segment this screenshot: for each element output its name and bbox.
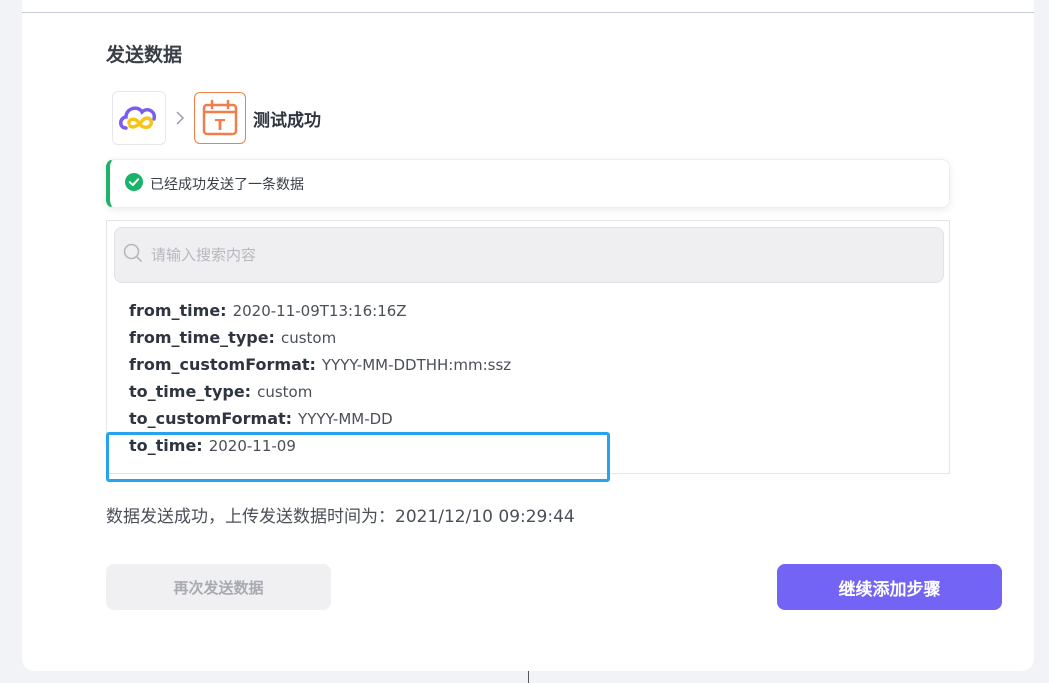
list-item: from_time: 2020-11-09T13:16:16Z <box>129 301 511 328</box>
top-divider <box>22 12 1034 13</box>
list-item: from_time_type: custom <box>129 328 511 355</box>
continue-add-step-button[interactable]: 继续添加步骤 <box>777 564 1002 610</box>
resend-data-button[interactable]: 再次发送数据 <box>106 564 331 610</box>
list-item: to_time: 2020-11-09 <box>129 436 511 463</box>
check-circle-icon <box>125 172 143 195</box>
field-key: from_customFormat: <box>129 355 316 374</box>
field-value: YYYY-MM-DDTHH:mm:ssz <box>321 356 512 374</box>
calendar-t-icon: T <box>194 92 246 144</box>
search-input[interactable] <box>151 246 911 264</box>
alert-message: 已经成功发送了一条数据 <box>150 176 304 193</box>
field-value: YYYY-MM-DD <box>298 410 393 428</box>
chevron-right-icon <box>166 111 194 125</box>
field-value: 2020-11-09T13:16:16Z <box>232 302 407 320</box>
data-panel: from_time: 2020-11-09T13:16:16Z from_tim… <box>106 220 950 474</box>
field-key: from_time: <box>129 301 227 320</box>
field-value: 2020-11-09 <box>208 437 296 455</box>
app-flow: T 测试成功 <box>112 91 321 145</box>
field-key: from_time_type: <box>129 328 275 347</box>
cloud-logo-icon <box>112 91 166 145</box>
search-icon <box>123 243 143 267</box>
field-list: from_time: 2020-11-09T13:16:16Z from_tim… <box>129 301 511 463</box>
search-box[interactable] <box>114 227 944 283</box>
section-title: 发送数据 <box>106 44 183 66</box>
field-value: custom <box>257 383 313 401</box>
list-item: from_customFormat: YYYY-MM-DDTHH:mm:ssz <box>129 355 511 382</box>
success-alert: 已经成功发送了一条数据 <box>106 159 950 208</box>
field-value: custom <box>280 329 337 347</box>
upload-info: 数据发送成功，上传发送数据时间为：2021/12/10 09:29:44 <box>106 507 575 527</box>
connector-line <box>528 671 529 683</box>
list-item: to_customFormat: YYYY-MM-DD <box>129 409 511 436</box>
field-key: to_time: <box>129 436 203 455</box>
field-key: to_customFormat: <box>129 409 293 428</box>
list-item: to_time_type: custom <box>129 382 511 409</box>
field-key: to_time_type: <box>129 382 252 401</box>
calendar-letter: T <box>215 116 226 134</box>
test-status: 测试成功 <box>253 110 321 131</box>
